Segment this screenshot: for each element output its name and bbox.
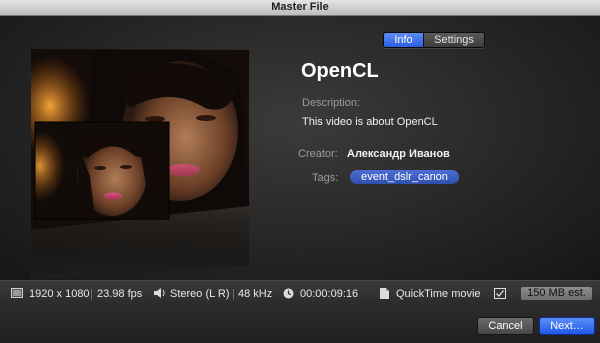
creator-label: Creator: xyxy=(298,148,338,160)
description-label: Description: xyxy=(302,97,361,109)
small-frame xyxy=(35,122,169,219)
tag-token[interactable]: event_dslr_canon xyxy=(350,170,459,184)
title-bar: Master File xyxy=(0,0,600,16)
creator-value[interactable]: Александр Иванов xyxy=(347,147,450,161)
video-frame-icon xyxy=(11,288,23,298)
speaker-icon xyxy=(154,288,165,298)
duration-text: 00:00:09:16 xyxy=(300,288,359,300)
tags-label: Tags: xyxy=(312,172,339,184)
document-icon xyxy=(380,288,389,299)
description-value[interactable]: This video is about OpenCL xyxy=(302,115,438,129)
format-text: QuickTime movie xyxy=(396,288,481,300)
separator: | xyxy=(232,288,235,300)
size-estimate-badge: 150 MB est. xyxy=(521,287,592,300)
tab-info[interactable]: Info xyxy=(384,33,423,47)
content-area: Info Settings OpenCL Description: This v… xyxy=(0,16,600,280)
clock-icon xyxy=(283,288,294,299)
next-button[interactable]: Next… xyxy=(539,317,595,335)
media-info-bar: 1920 x 1080 | 23.98 fps Stereo (L R) | 4… xyxy=(0,280,600,308)
sample-rate-text: 48 kHz xyxy=(238,288,273,300)
fps-text: 23.98 fps xyxy=(97,288,143,300)
share-dialog: Master File Info Settings OpenCL Descrip… xyxy=(0,0,600,343)
checklist-icon[interactable] xyxy=(494,288,506,299)
window-title: Master File xyxy=(271,1,329,13)
tab-settings[interactable]: Settings xyxy=(423,33,484,47)
button-bar: Cancel Next… xyxy=(0,307,600,343)
view-segmented-control: Info Settings xyxy=(383,32,485,48)
separator: | xyxy=(90,288,93,300)
audio-channels-text: Stereo (L R) xyxy=(170,288,230,300)
resolution-text: 1920 x 1080 xyxy=(29,288,90,300)
page-title: OpenCL xyxy=(301,60,379,82)
cancel-button[interactable]: Cancel xyxy=(477,317,534,335)
